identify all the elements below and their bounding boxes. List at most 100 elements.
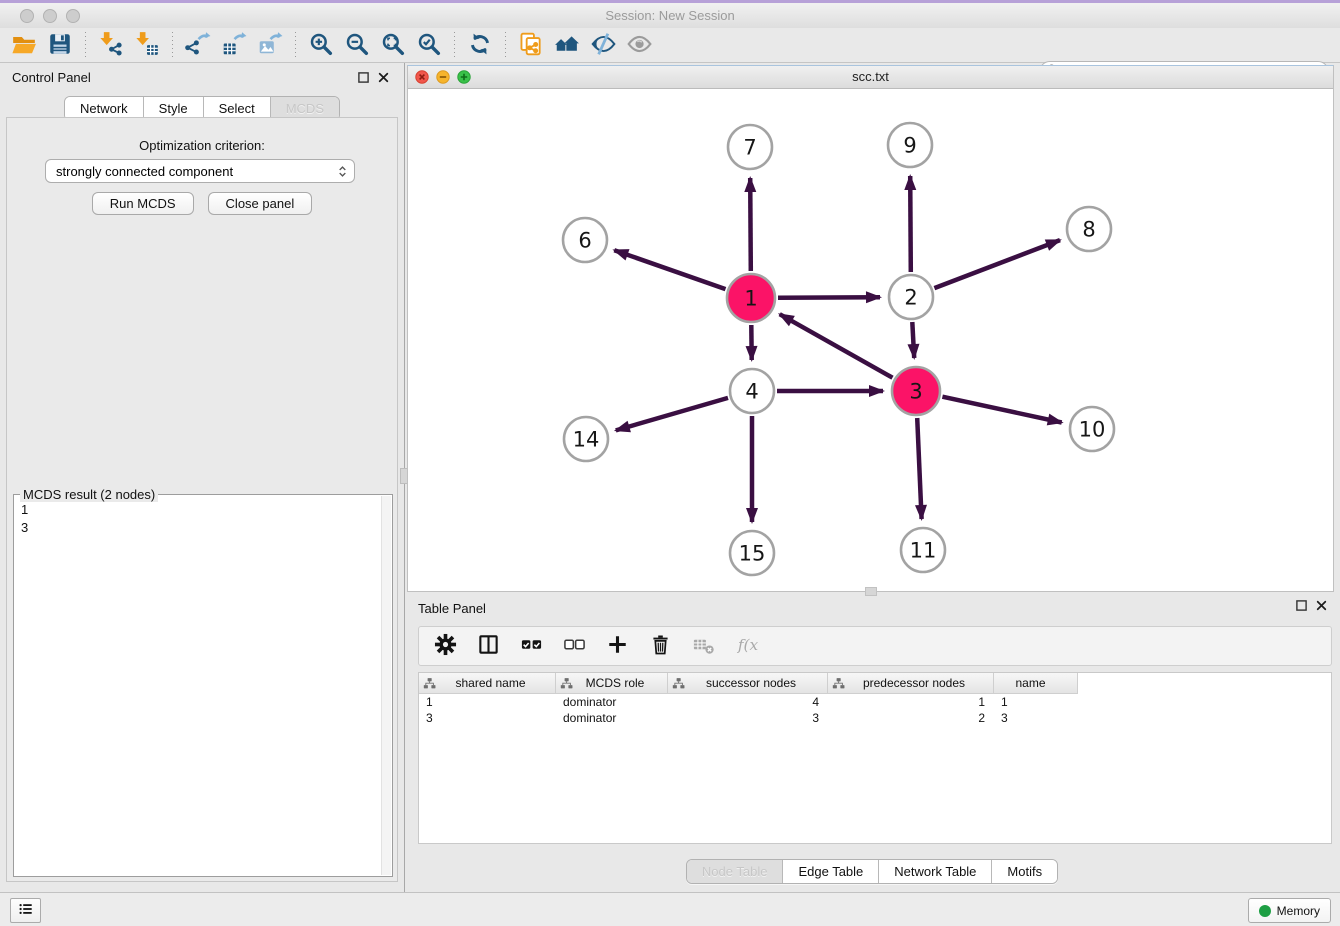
task-history-button[interactable]	[10, 898, 41, 923]
edge-1-2[interactable]	[778, 297, 880, 298]
zoom-fit-button[interactable]	[375, 30, 411, 60]
criterion-value: strongly connected component	[56, 164, 233, 179]
svg-text:14: 14	[573, 427, 600, 451]
graph-node-8[interactable]: 8	[1067, 207, 1111, 251]
edge-2-8[interactable]	[934, 240, 1060, 288]
svg-text:4: 4	[745, 379, 758, 403]
column-tree-icon	[672, 677, 685, 690]
edge-3-10[interactable]	[942, 397, 1061, 423]
graph-node-11[interactable]: 11	[901, 528, 945, 572]
toolbar-separator	[454, 32, 455, 58]
graph-node-3[interactable]: 3	[892, 367, 940, 415]
table-row[interactable]: 3 dominator 3 2 3	[419, 710, 1331, 726]
column-header-shared-name[interactable]: shared name	[419, 673, 556, 694]
graph-node-10[interactable]: 10	[1070, 407, 1114, 451]
result-scrollbar[interactable]	[381, 496, 391, 875]
graph-node-7[interactable]: 7	[728, 125, 772, 169]
memory-button[interactable]: Memory	[1248, 898, 1331, 923]
select-all-checkboxes-button[interactable]	[518, 633, 544, 659]
network-window-close-button[interactable]	[415, 70, 429, 84]
delete-button[interactable]	[647, 633, 673, 659]
import-network-button[interactable]	[93, 30, 129, 60]
export-network-button[interactable]	[180, 30, 216, 60]
first-neighbors-button[interactable]	[549, 30, 585, 60]
zoom-selected-button[interactable]	[411, 30, 447, 60]
edge-3-1[interactable]	[780, 314, 893, 378]
column-tree-icon	[560, 677, 573, 690]
new-network-from-selection-button[interactable]	[513, 30, 549, 60]
window-zoom-icon[interactable]	[66, 9, 80, 23]
table-row[interactable]: 1 dominator 4 1 1	[419, 694, 1331, 710]
run-mcds-button[interactable]: Run MCDS	[92, 192, 194, 215]
mcds-result-line: 1	[14, 501, 392, 519]
toolbar-separator	[295, 32, 296, 58]
application-window: Session: New Session Control Panel Netwo…	[0, 0, 1340, 926]
graph-node-1[interactable]: 1	[727, 274, 775, 322]
graph-node-9[interactable]: 9	[888, 123, 932, 167]
cell-successor-nodes: 4	[668, 695, 828, 709]
zoom-in-button[interactable]	[303, 30, 339, 60]
svg-text:2: 2	[904, 285, 917, 309]
graph-node-4[interactable]: 4	[730, 369, 774, 413]
graph-node-2[interactable]: 2	[889, 275, 933, 319]
save-session-button[interactable]	[42, 30, 78, 60]
gear-button[interactable]	[432, 633, 458, 659]
dropdown-stepper-icon	[335, 164, 350, 179]
add-button[interactable]	[604, 633, 630, 659]
column-header-predecessor-nodes[interactable]: predecessor nodes	[828, 673, 994, 694]
export-image-button[interactable]	[252, 30, 288, 60]
network-canvas[interactable]: 7 9 6 8 1 2 4 3 14 10 15 11	[408, 89, 1333, 591]
float-panel-icon[interactable]	[357, 71, 370, 84]
criterion-dropdown[interactable]: strongly connected component	[45, 159, 355, 183]
tab-network-table[interactable]: Network Table	[879, 860, 992, 883]
function-builder-button[interactable]: f(x)	[733, 633, 759, 659]
refresh-button[interactable]	[462, 30, 498, 60]
deselect-all-checkboxes-button[interactable]	[561, 633, 587, 659]
edge-3-11[interactable]	[917, 418, 921, 519]
edge-1-6[interactable]	[614, 250, 725, 289]
edge-4-14[interactable]	[616, 398, 728, 431]
window-close-icon[interactable]	[20, 9, 34, 23]
float-table-panel-icon[interactable]	[1295, 599, 1308, 612]
show-all-button[interactable]	[621, 30, 657, 60]
column-header-successor-nodes[interactable]: successor nodes	[668, 673, 828, 694]
network-window-zoom-button[interactable]	[457, 70, 471, 84]
zoom-in-icon	[308, 31, 334, 60]
table-header-row: shared name MCDS role successor nodes pr…	[419, 673, 1331, 694]
split-columns-icon	[477, 633, 500, 659]
column-header-mcds-role[interactable]: MCDS role	[556, 673, 668, 694]
window-minimize-icon[interactable]	[43, 9, 57, 23]
zoom-out-button[interactable]	[339, 30, 375, 60]
open-file-button[interactable]	[6, 30, 42, 60]
graph-node-15[interactable]: 15	[730, 531, 774, 575]
graph-node-14[interactable]: 14	[564, 417, 608, 461]
export-table-button[interactable]	[216, 30, 252, 60]
tab-node-table[interactable]: Node Table	[687, 860, 784, 883]
edge-1-7[interactable]	[750, 178, 751, 271]
graph-node-6[interactable]: 6	[563, 218, 607, 262]
split-columns-button[interactable]	[475, 633, 501, 659]
cell-mcds-role: dominator	[556, 695, 668, 709]
import-table-button[interactable]	[129, 30, 165, 60]
close-panel-icon[interactable]	[377, 71, 390, 84]
cell-mcds-role: dominator	[556, 711, 668, 725]
svg-text:10: 10	[1079, 417, 1106, 441]
node-table: shared name MCDS role successor nodes pr…	[418, 672, 1332, 844]
close-table-panel-icon[interactable]	[1315, 599, 1328, 612]
edge-2-3[interactable]	[912, 322, 914, 358]
zoom-traffic-icon	[457, 70, 471, 84]
column-header-name[interactable]: name	[994, 673, 1078, 694]
delete-table-button[interactable]	[690, 633, 716, 659]
refresh-icon	[467, 31, 493, 60]
table-tabs: Node Table Edge Table Network Table Moti…	[404, 859, 1340, 884]
zoom-out-icon	[344, 31, 370, 60]
hide-selected-button[interactable]	[585, 30, 621, 60]
tab-edge-table[interactable]: Edge Table	[783, 860, 879, 883]
edge-2-9[interactable]	[910, 176, 911, 272]
svg-text:f(x): f(x)	[736, 636, 757, 654]
tab-motifs[interactable]: Motifs	[992, 860, 1057, 883]
network-window-minimize-button[interactable]	[436, 70, 450, 84]
close-panel-button[interactable]: Close panel	[208, 192, 313, 215]
cell-shared-name: 3	[419, 711, 556, 725]
horizontal-splitter-grip[interactable]	[865, 587, 877, 596]
